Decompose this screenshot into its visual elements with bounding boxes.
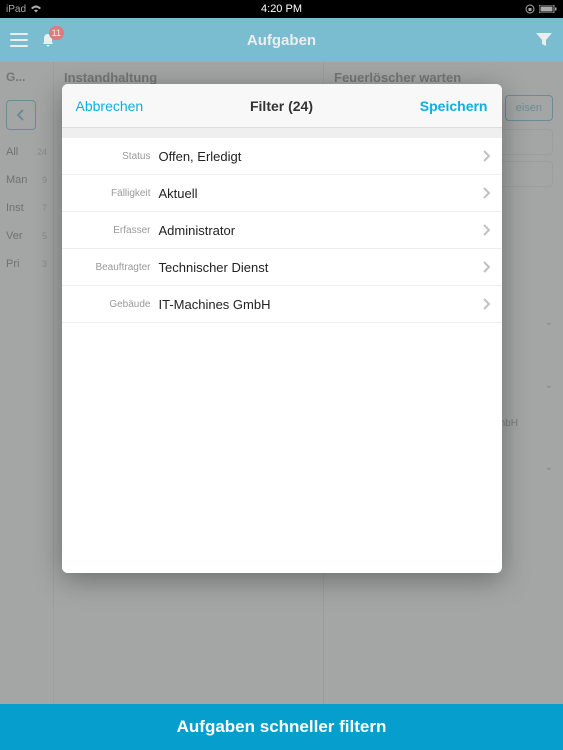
- modal-overlay: Abbrechen Filter (24) Speichern Status O…: [0, 62, 563, 704]
- filter-row-creator[interactable]: Erfasser Administrator: [62, 212, 502, 249]
- filter-row-value: IT-Machines GmbH: [159, 297, 482, 312]
- filter-row-building[interactable]: Gebäude IT-Machines GmbH: [62, 286, 502, 323]
- banner-text: Aufgaben schneller filtern: [177, 717, 387, 737]
- navigation-bar: 11 Aufgaben: [0, 18, 563, 62]
- filter-row-value: Technischer Dienst: [159, 260, 482, 275]
- filter-row-value: Administrator: [159, 223, 482, 238]
- filter-row-status[interactable]: Status Offen, Erledigt: [62, 138, 502, 175]
- filter-modal: Abbrechen Filter (24) Speichern Status O…: [62, 84, 502, 573]
- promo-banner: Aufgaben schneller filtern: [0, 704, 563, 750]
- filter-row-label: Gebäude: [74, 299, 159, 310]
- chevron-right-icon: [482, 298, 490, 310]
- device-label: iPad: [6, 4, 26, 15]
- filter-list: Status Offen, Erledigt Fälligkeit Aktuel…: [62, 138, 502, 323]
- battery-icon: [539, 5, 557, 13]
- page-title: Aufgaben: [0, 32, 563, 49]
- filter-row-value: Aktuell: [159, 186, 482, 201]
- filter-row-label: Fälligkeit: [74, 188, 159, 199]
- wifi-icon: [30, 5, 42, 13]
- filter-row-due[interactable]: Fälligkeit Aktuell: [62, 175, 502, 212]
- clock: 4:20 PM: [190, 3, 374, 15]
- chevron-right-icon: [482, 224, 490, 236]
- status-bar: iPad 4:20 PM: [0, 0, 563, 18]
- chevron-right-icon: [482, 261, 490, 273]
- filter-row-label: Status: [74, 151, 159, 162]
- modal-header: Abbrechen Filter (24) Speichern: [62, 84, 502, 128]
- save-button[interactable]: Speichern: [420, 98, 488, 114]
- chevron-right-icon: [482, 150, 490, 162]
- filter-row-label: Beauftragter: [74, 262, 159, 273]
- filter-row-label: Erfasser: [74, 225, 159, 236]
- chevron-right-icon: [482, 187, 490, 199]
- orientation-lock-icon: [525, 4, 535, 14]
- modal-empty-space: [62, 323, 502, 573]
- cancel-button[interactable]: Abbrechen: [76, 98, 144, 114]
- filter-row-value: Offen, Erledigt: [159, 149, 482, 164]
- filter-row-assignee[interactable]: Beauftragter Technischer Dienst: [62, 249, 502, 286]
